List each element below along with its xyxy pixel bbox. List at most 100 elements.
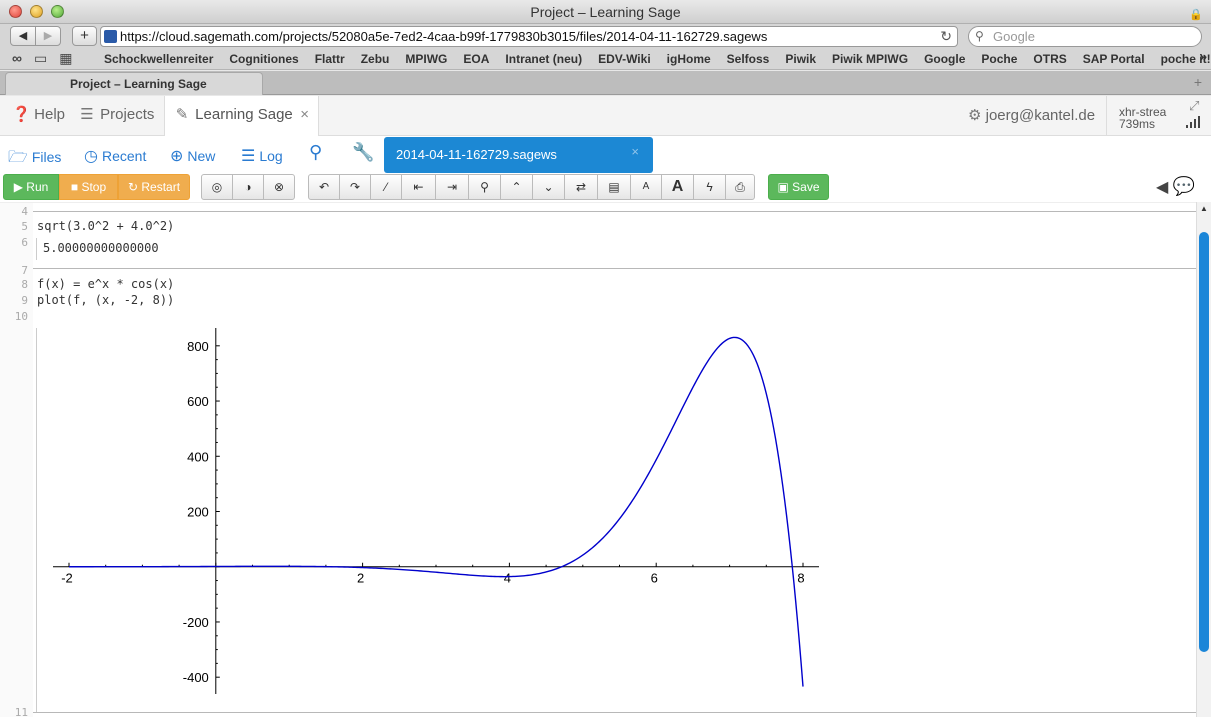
save-button[interactable]: ▣ Save: [768, 174, 829, 200]
line-number: 8: [21, 278, 28, 291]
scrollbar-thumb[interactable]: [1199, 232, 1209, 652]
vertical-scrollbar[interactable]: ▲: [1196, 202, 1211, 717]
split-view-button[interactable]: ▤: [597, 174, 631, 200]
new-tab-icon[interactable]: +: [1194, 74, 1202, 90]
bookmark-item[interactable]: EDV-Wiki: [598, 52, 651, 66]
chevron-down-icon: ⌄: [543, 180, 554, 194]
url-field[interactable]: https://cloud.sagemath.com/projects/5208…: [100, 26, 958, 47]
new-link[interactable]: ⊕ New: [170, 146, 215, 166]
bookmark-item[interactable]: Selfoss: [727, 52, 770, 66]
browser-tab[interactable]: Project – Learning Sage: [5, 72, 263, 95]
list-icon: ☰: [241, 148, 256, 165]
move-up-button[interactable]: ⌃: [500, 174, 533, 200]
decrease-font-button[interactable]: A: [630, 174, 662, 200]
search-files-icon[interactable]: ⚲: [309, 142, 322, 163]
bookmark-item[interactable]: MPIWG: [405, 52, 447, 66]
close-project-tab-icon[interactable]: ×: [300, 106, 309, 123]
add-bookmark-button[interactable]: +: [72, 26, 97, 46]
bookmark-list: Schockwellenreiter Cognitiones Flattr Zebu M…: [104, 52, 1211, 66]
bookmark-item[interactable]: Piwik: [785, 52, 816, 66]
restart-button[interactable]: ↻ Restart: [118, 174, 190, 200]
stop-icon: ■: [70, 180, 79, 194]
chat-bubble-icon[interactable]: 💬: [1173, 176, 1195, 196]
increase-font-button[interactable]: A: [661, 174, 694, 200]
fullscreen-icon[interactable]: ⤢: [1189, 98, 1199, 114]
y-tick-label: 600: [187, 394, 209, 409]
signal-strength-icon: [1186, 116, 1200, 128]
worksheet-editor[interactable]: 4 5 6 7 8 9 10 11 sqrt(3.0^2 + 4.0^2) 5.…: [0, 202, 1196, 717]
user-account[interactable]: ⚙ joerg@kantel.de: [968, 106, 1095, 124]
print-button[interactable]: ⎙: [725, 174, 755, 200]
find-button[interactable]: ⚲: [468, 174, 501, 200]
cell2-code-line2[interactable]: plot(f, (x, -2, 8)): [37, 293, 174, 307]
bookmark-item[interactable]: Flattr: [315, 52, 345, 66]
files-link[interactable]: 🗁 Files: [8, 146, 61, 173]
execute-mode-button[interactable]: ϟ: [693, 174, 726, 200]
swap-button[interactable]: ⇄: [564, 174, 598, 200]
bookmark-item[interactable]: Google: [924, 52, 965, 66]
autoformat-button[interactable]: ⁄: [370, 174, 402, 200]
outdent-icon: ⇤: [413, 180, 424, 194]
bookmark-item[interactable]: OTRS: [1033, 52, 1066, 66]
open-file-tab[interactable]: 2014-04-11-162729.sagews ×: [384, 137, 653, 173]
help-link[interactable]: ❓ Help: [12, 105, 65, 123]
more-bookmarks-icon[interactable]: »: [1200, 49, 1207, 64]
projects-link[interactable]: ☰ Projects: [78, 105, 154, 123]
browser-tab-bar: Project – Learning Sage +: [0, 71, 1211, 95]
log-link[interactable]: ☰ Log: [241, 146, 283, 166]
bookmark-item[interactable]: SAP Portal: [1083, 52, 1145, 66]
cell1-code[interactable]: sqrt(3.0^2 + 4.0^2): [37, 219, 174, 233]
line-number: 4: [21, 205, 28, 218]
top-sites-grid-icon[interactable]: ▦: [59, 50, 84, 66]
run-button[interactable]: ▶ Run: [3, 174, 59, 200]
zoom-window-button[interactable]: [51, 5, 64, 18]
outdent-button[interactable]: ⇤: [401, 174, 436, 200]
undo-button[interactable]: ↶: [308, 174, 340, 200]
forward-button[interactable]: ▶: [35, 26, 61, 46]
chevron-left-icon[interactable]: ◀: [1156, 179, 1168, 196]
reload-icon[interactable]: ↻: [940, 27, 952, 46]
half-circle-icon: ◑: [244, 180, 252, 194]
scroll-up-icon[interactable]: ▲: [1200, 204, 1208, 213]
move-down-button[interactable]: ⌄: [532, 174, 565, 200]
question-circle-icon: ❓: [12, 106, 31, 123]
projects-list-icon: ☰: [80, 106, 94, 123]
bookmark-item[interactable]: EOA: [463, 52, 489, 66]
x-tick-label: 6: [651, 571, 658, 586]
bookmark-item[interactable]: Intranet (neu): [505, 52, 582, 66]
bookmark-item[interactable]: Cognitiones: [229, 52, 298, 66]
stop-button[interactable]: ■ Stop: [59, 174, 118, 200]
bookmark-item[interactable]: Zebu: [361, 52, 390, 66]
recent-link[interactable]: ◷ Recent: [84, 146, 146, 166]
reading-list-icon[interactable]: ∞: [12, 50, 34, 66]
project-tab[interactable]: ✎ Learning Sage ×: [164, 96, 319, 136]
back-button[interactable]: ◀: [10, 26, 36, 46]
bookmark-item[interactable]: Poche: [981, 52, 1017, 66]
search-input[interactable]: ⚲ Google: [968, 26, 1202, 47]
project-tab-content: ✎ Learning Sage: [173, 105, 293, 123]
close-file-tab-icon[interactable]: ×: [631, 134, 639, 170]
x-tick-label: -2: [61, 571, 73, 586]
edit-icon: ✎: [175, 106, 189, 123]
gear-icon: ⚙: [968, 107, 982, 124]
minimize-window-button[interactable]: [30, 5, 43, 18]
toggle-contrast-button[interactable]: ◑: [232, 174, 264, 200]
cell2-code-line1[interactable]: f(x) = e^x * cos(x): [37, 277, 174, 291]
url-text: https://cloud.sagemath.com/projects/5208…: [120, 29, 768, 44]
delete-output-button[interactable]: ⊗: [263, 174, 295, 200]
hide-output-button[interactable]: ◎: [201, 174, 233, 200]
window-title: Project – Learning Sage: [530, 4, 681, 20]
wrench-icon[interactable]: 🔧: [352, 142, 374, 163]
chevron-up-icon: ⌃: [511, 180, 522, 194]
bookmark-item[interactable]: Schockwellenreiter: [104, 52, 213, 66]
redo-button[interactable]: ↷: [339, 174, 371, 200]
bookmark-item[interactable]: igHome: [667, 52, 711, 66]
plot-chart: -2 2 4 6 8 800 600 400 200 -200 -400: [53, 328, 819, 694]
user-email: joerg@kantel.de: [985, 107, 1096, 124]
bookmark-item[interactable]: Piwik MPIWG: [832, 52, 908, 66]
font-small-icon: A: [642, 181, 650, 192]
close-window-button[interactable]: [9, 5, 22, 18]
indent-button[interactable]: ⇥: [435, 174, 469, 200]
run-label: Run: [26, 180, 49, 194]
bookmarks-book-icon[interactable]: ▭: [34, 50, 59, 66]
